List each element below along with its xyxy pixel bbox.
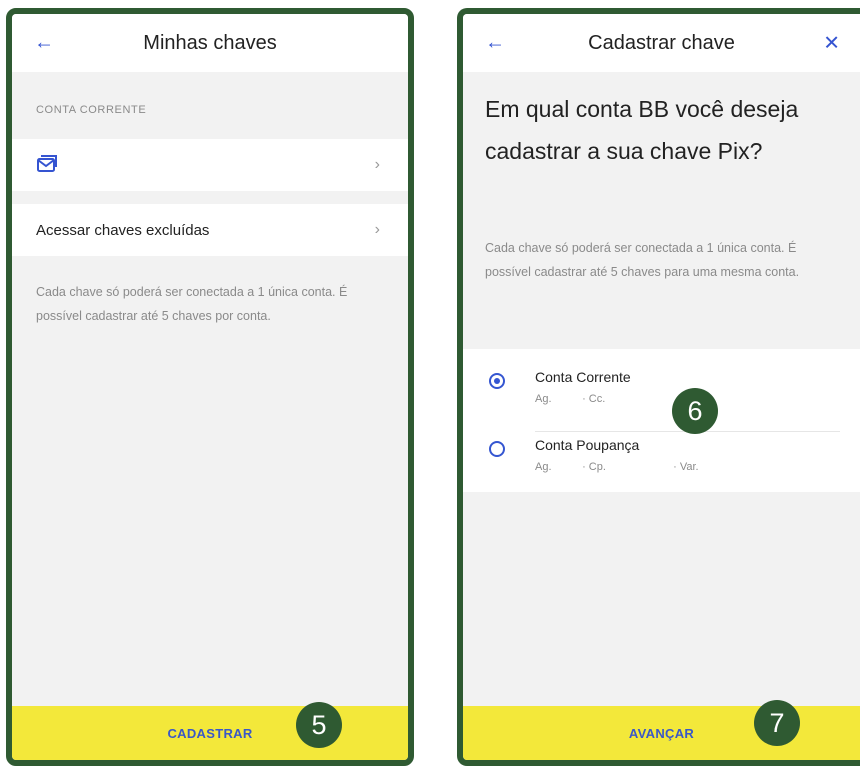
info-text: Cada chave só poderá ser conectada a 1 ú… [485, 241, 800, 279]
info-text: Cada chave só poderá ser conectada a 1 ú… [36, 285, 348, 323]
step-badge: 6 [672, 388, 718, 434]
account-option-poupanca[interactable]: Conta Poupança Ag. · Cp. · Var. [463, 427, 860, 489]
screen-title: Minhas chaves [143, 31, 277, 54]
cadastrar-button-label: CADASTRAR [167, 725, 253, 741]
avancar-button[interactable]: AVANÇAR [463, 706, 860, 760]
step-badge: 7 [754, 700, 800, 746]
screen-title: Cadastrar chave [588, 31, 735, 54]
email-icon [37, 155, 57, 172]
excluded-keys-label: Acessar chaves excluídas [36, 221, 210, 239]
app-bar: ← Minhas chaves [12, 14, 408, 72]
radio-unselected-icon[interactable] [489, 441, 505, 457]
chevron-right-icon: › [374, 156, 380, 173]
phone-screen-cadastrar-chave: ← Cadastrar chave ✕ Em qual conta BB voc… [457, 8, 860, 766]
cadastrar-button[interactable]: CADASTRAR [12, 706, 408, 760]
chevron-right-icon: › [374, 221, 380, 238]
step-badge: 5 [296, 702, 342, 748]
section-label: CONTA CORRENTE [36, 104, 147, 116]
registered-key-row[interactable]: › [12, 139, 408, 191]
account-name: Conta Poupança [535, 437, 640, 453]
excluded-keys-row[interactable]: Acessar chaves excluídas › [12, 204, 408, 256]
account-detail: Ag. · Cp. · Var. [535, 461, 699, 473]
account-detail: Ag. · Cc. [535, 393, 606, 405]
account-option-corrente[interactable]: Conta Corrente Ag. · Cc. [463, 359, 860, 432]
close-icon[interactable]: ✕ [823, 31, 840, 56]
account-list: Conta Corrente Ag. · Cc. Conta Poupança … [463, 349, 860, 492]
back-arrow-icon[interactable]: ← [485, 32, 505, 55]
account-name: Conta Corrente [535, 369, 631, 385]
back-arrow-icon[interactable]: ← [34, 32, 54, 55]
app-bar: ← Cadastrar chave ✕ [463, 14, 860, 72]
radio-selected-icon[interactable] [489, 373, 505, 389]
phone-screen-minhas-chaves: ← Minhas chaves CONTA CORRENTE › Acessar… [6, 8, 414, 766]
avancar-button-label: AVANÇAR [628, 725, 695, 741]
headline: Em qual conta BB você deseja cadastrar a… [485, 96, 799, 164]
